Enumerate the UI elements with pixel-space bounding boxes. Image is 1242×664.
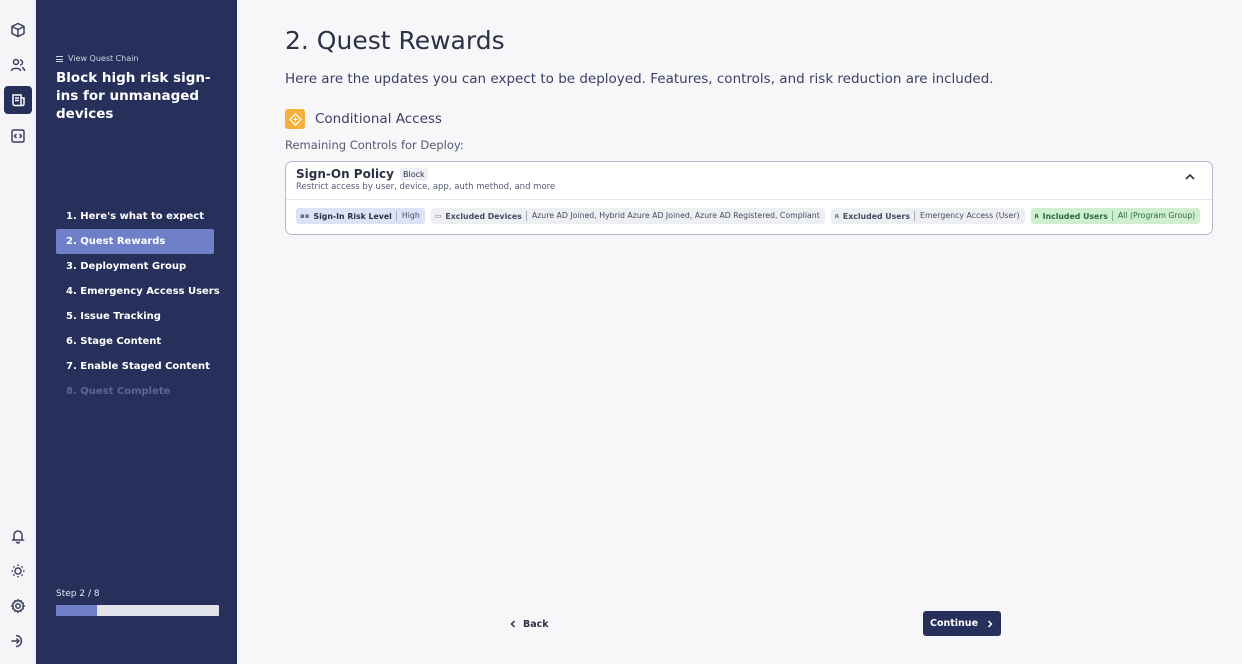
step-item-issue-tracking[interactable]: 5. Issue Tracking [56, 304, 214, 329]
users-icon: ጸ [834, 211, 839, 220]
tag-value: Azure AD Joined, Hybrid Azure AD Joined,… [525, 211, 825, 221]
chevron-right-icon [987, 619, 993, 628]
continue-label: Continue [929, 618, 979, 629]
tag-excluded-users: ጸ Excluded Users Emergency Access (User) [830, 208, 1025, 224]
conditional-access-label: Conditional Access [315, 111, 442, 127]
quests-icon[interactable] [4, 86, 32, 114]
page-title: 2. Quest Rewards [285, 26, 505, 55]
conditional-access-header: Conditional Access [285, 109, 442, 129]
view-quest-chain-link[interactable]: View Quest Chain [56, 54, 139, 63]
step-item-emergency-access-users[interactable]: 4. Emergency Access Users [56, 279, 220, 304]
collapse-chevron-up-icon[interactable] [1184, 168, 1198, 182]
progress-bar [56, 605, 219, 616]
bell-icon[interactable] [4, 522, 32, 550]
logout-icon[interactable] [4, 627, 32, 655]
step-item-deployment-group[interactable]: 3. Deployment Group [56, 254, 214, 279]
laptop-icon: ▭ [434, 212, 442, 220]
continue-button[interactable]: Continue [923, 611, 1001, 636]
list-icon [56, 55, 63, 62]
step-item-stage-content[interactable]: 6. Stage Content [56, 329, 214, 354]
tag-excluded-devices: ▭ Excluded Devices Azure AD Joined, Hybri… [430, 208, 825, 224]
step-item-enable-staged-content[interactable]: 7. Enable Staged Content [56, 354, 214, 379]
policy-description: Restrict access by user, device, app, au… [296, 182, 556, 192]
tag-key: Excluded Users [842, 211, 911, 221]
tag-key: Excluded Devices [445, 211, 522, 221]
tag-value: High [395, 211, 425, 221]
page-subtitle: Here are the updates you can expect to b… [285, 71, 994, 87]
policy-name: Sign-On Policy [296, 167, 394, 181]
step-item-expect[interactable]: 1. Here's what to expect [56, 204, 214, 229]
remaining-controls-label: Remaining Controls for Deploy: [285, 138, 464, 152]
policy-header: Sign-On Policy Block [296, 167, 428, 181]
tag-sign-in-risk-level: ▪▪ Sign-In Risk Level High [296, 208, 425, 224]
quest-title: Block high risk sign-ins for unmanaged d… [56, 70, 211, 122]
sun-icon[interactable] [4, 557, 32, 585]
main-content: 2. Quest Rewards Here are the updates yo… [237, 0, 1242, 664]
cube-icon[interactable] [4, 16, 32, 44]
tag-value: All (Program Group) [1111, 211, 1200, 221]
tag-value: Emergency Access (User) [914, 211, 1024, 221]
gear-icon[interactable] [4, 592, 32, 620]
step-counter: Step 2 / 8 [56, 589, 100, 599]
divider [286, 199, 1212, 200]
code-icon[interactable] [4, 122, 32, 150]
step-item-quest-rewards[interactable]: 2. Quest Rewards [56, 229, 214, 254]
tag-key: Included Users [1042, 211, 1108, 221]
conditional-access-icon [285, 109, 305, 129]
policy-action-badge: Block [400, 167, 428, 181]
tag-included-users: ጸ Included Users All (Program Group) [1030, 208, 1201, 224]
back-label: Back [523, 618, 549, 630]
back-button[interactable]: Back [509, 612, 549, 636]
view-quest-chain-label: View Quest Chain [68, 54, 139, 63]
risk-level-icon: ▪▪ [300, 212, 310, 220]
users-icon: ጸ [1034, 211, 1039, 220]
policy-card: Sign-On Policy Block Restrict access by … [285, 161, 1213, 235]
users-icon[interactable] [4, 51, 32, 79]
chevron-left-icon [510, 620, 516, 628]
step-list: 1. Here's what to expect 2. Quest Reward… [56, 204, 220, 404]
progress-bar-fill [56, 605, 97, 616]
policy-tags: ▪▪ Sign-In Risk Level High ▭ Excluded Devi… [296, 208, 1201, 224]
icon-rail [0, 0, 36, 664]
tag-key: Sign-In Risk Level [313, 211, 392, 221]
quest-sidebar: View Quest Chain Block high risk sign-in… [36, 0, 237, 664]
step-item-quest-complete: 8. Quest Complete [66, 386, 171, 397]
